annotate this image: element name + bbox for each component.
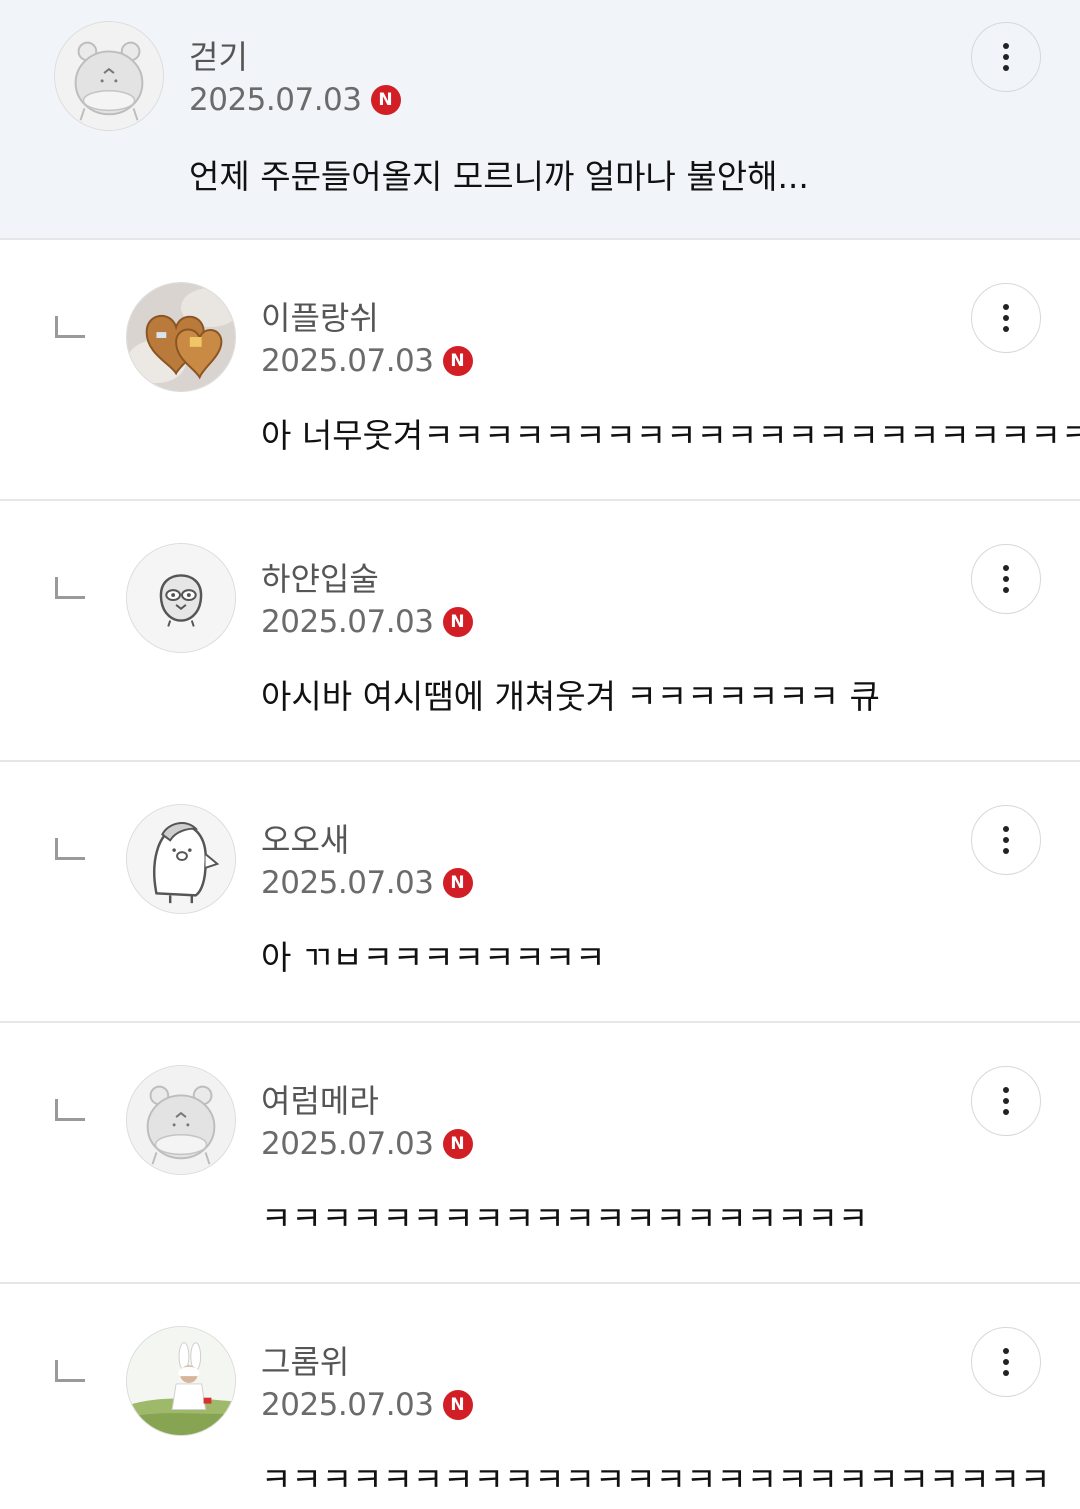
more-options-button[interactable] bbox=[971, 1066, 1041, 1136]
comment-date: 2025.07.03 bbox=[261, 1126, 434, 1162]
more-vertical-icon-dot bbox=[1003, 1109, 1009, 1115]
more-vertical-icon-dot bbox=[1003, 1098, 1009, 1104]
more-vertical-icon-dot bbox=[1003, 837, 1009, 843]
more-vertical-icon bbox=[1003, 1087, 1009, 1093]
more-vertical-icon-dot bbox=[1003, 1359, 1009, 1365]
more-options-button[interactable] bbox=[971, 283, 1041, 353]
comment-nickname[interactable]: 이플랑쉬 bbox=[261, 293, 379, 339]
heart-cookie-photo[interactable] bbox=[126, 282, 236, 392]
reply-item: 이플랑쉬 2025.07.03 N 아 너무웃겨ㅋㅋㅋㅋㅋㅋㅋㅋㅋㅋㅋㅋㅋㅋㅋㅋ… bbox=[0, 240, 1080, 501]
more-options-button[interactable] bbox=[971, 805, 1041, 875]
new-badge-icon: N bbox=[442, 607, 473, 637]
reply-corner-icon bbox=[55, 1099, 85, 1121]
comment-item: 걷기 2025.07.03 N 언제 주문들어올지 모르니까 얼마나 불안해..… bbox=[0, 0, 1080, 240]
comment-date-row: 2025.07.03 N bbox=[189, 82, 401, 118]
more-vertical-icon-dot bbox=[1003, 315, 1009, 321]
comment-text: ㅋㅋㅋㅋㅋㅋㅋㅋㅋㅋㅋㅋㅋㅋㅋㅋㅋㅋㅋㅋㅋㅋㅋㅋㅋㅋ bbox=[261, 1460, 1051, 1499]
comment-date-row: 2025.07.03 N bbox=[261, 1126, 473, 1162]
penguin-avatar[interactable] bbox=[126, 804, 236, 914]
more-vertical-icon bbox=[1003, 1348, 1009, 1354]
comment-text: 언제 주문들어올지 모르니까 얼마나 불안해... bbox=[189, 157, 809, 196]
more-vertical-icon-dot bbox=[1003, 65, 1009, 71]
more-options-button[interactable] bbox=[971, 1327, 1041, 1397]
hamster-avatar[interactable] bbox=[126, 1065, 236, 1175]
bunny-person-photo[interactable] bbox=[126, 1326, 236, 1436]
comment-list: 걷기 2025.07.03 N 언제 주문들어올지 모르니까 얼마나 불안해..… bbox=[0, 0, 1080, 1509]
comment-date: 2025.07.03 bbox=[261, 865, 434, 901]
comment-date-row: 2025.07.03 N bbox=[261, 604, 473, 640]
comment-date-row: 2025.07.03 N bbox=[261, 865, 473, 901]
reply-item: 여럼메라 2025.07.03 N ㅋㅋㅋㅋㅋㅋㅋㅋㅋㅋㅋㅋㅋㅋㅋㅋㅋㅋㅋㅋ bbox=[0, 1023, 1080, 1284]
hamster-avatar[interactable] bbox=[54, 21, 164, 131]
reply-item: 하얀입술 2025.07.03 N 아시바 여시땜에 개쳐웃겨 ㅋㅋㅋㅋㅋㅋㅋ … bbox=[0, 501, 1080, 762]
reply-item: 그롬위 2025.07.03 N ㅋㅋㅋㅋㅋㅋㅋㅋㅋㅋㅋㅋㅋㅋㅋㅋㅋㅋㅋㅋㅋㅋㅋ… bbox=[0, 1284, 1080, 1509]
comment-nickname[interactable]: 여럼메라 bbox=[261, 1076, 379, 1122]
reply-item: 오오새 2025.07.03 N 아 ㄲㅂㅋㅋㅋㅋㅋㅋㅋㅋ bbox=[0, 762, 1080, 1023]
new-badge-icon: N bbox=[442, 346, 473, 376]
bird-avatar[interactable] bbox=[126, 543, 236, 653]
comment-date: 2025.07.03 bbox=[261, 1387, 434, 1423]
comment-text: 아 ㄲㅂㅋㅋㅋㅋㅋㅋㅋㅋ bbox=[261, 938, 606, 977]
comment-date-row: 2025.07.03 N bbox=[261, 1387, 473, 1423]
comment-date-row: 2025.07.03 N bbox=[261, 343, 473, 379]
reply-corner-icon bbox=[55, 1360, 85, 1382]
reply-corner-icon bbox=[55, 316, 85, 338]
more-vertical-icon bbox=[1003, 826, 1009, 832]
comment-text: 아 너무웃겨ㅋㅋㅋㅋㅋㅋㅋㅋㅋㅋㅋㅋㅋㅋㅋㅋㅋㅋㅋㅋㅋㅋ bbox=[261, 416, 1080, 455]
comment-nickname[interactable]: 하얀입술 bbox=[261, 554, 379, 600]
more-options-button[interactable] bbox=[971, 544, 1041, 614]
more-vertical-icon bbox=[1003, 304, 1009, 310]
comment-nickname[interactable]: 걷기 bbox=[189, 32, 248, 78]
more-vertical-icon-dot bbox=[1003, 54, 1009, 60]
new-badge-icon: N bbox=[442, 868, 473, 898]
more-vertical-icon bbox=[1003, 565, 1009, 571]
reply-corner-icon bbox=[55, 838, 85, 860]
comment-date: 2025.07.03 bbox=[261, 343, 434, 379]
more-vertical-icon-dot bbox=[1003, 848, 1009, 854]
new-badge-icon: N bbox=[370, 85, 401, 115]
comment-nickname[interactable]: 오오새 bbox=[261, 815, 349, 861]
reply-corner-icon bbox=[55, 577, 85, 599]
more-vertical-icon-dot bbox=[1003, 326, 1009, 332]
new-badge-icon: N bbox=[442, 1129, 473, 1159]
comment-date: 2025.07.03 bbox=[261, 604, 434, 640]
new-badge-icon: N bbox=[442, 1390, 473, 1420]
comment-date: 2025.07.03 bbox=[189, 82, 362, 118]
comment-text: ㅋㅋㅋㅋㅋㅋㅋㅋㅋㅋㅋㅋㅋㅋㅋㅋㅋㅋㅋㅋ bbox=[261, 1199, 869, 1238]
more-vertical-icon-dot bbox=[1003, 587, 1009, 593]
more-vertical-icon-dot bbox=[1003, 1370, 1009, 1376]
more-options-button[interactable] bbox=[971, 22, 1041, 92]
more-vertical-icon bbox=[1003, 43, 1009, 49]
comment-text: 아시바 여시땜에 개쳐웃겨 ㅋㅋㅋㅋㅋㅋㅋ 큐 bbox=[261, 677, 880, 716]
comment-nickname[interactable]: 그롬위 bbox=[261, 1337, 349, 1383]
more-vertical-icon-dot bbox=[1003, 576, 1009, 582]
